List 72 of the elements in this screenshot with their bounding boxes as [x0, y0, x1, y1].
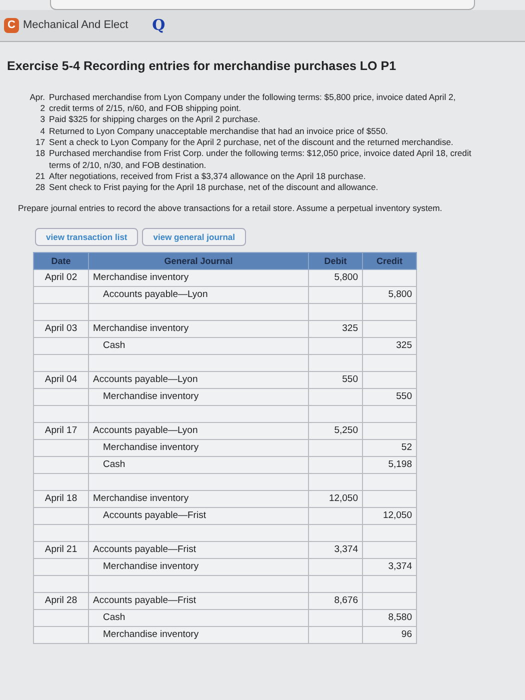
date-cell: April 21 — [34, 542, 88, 559]
column-header: General Journal — [88, 252, 308, 270]
instructions-text: Prepare journal entries to record the above transactions for a retail store. Assume a perpetual inventory system. — [18, 203, 444, 214]
account-cell: Accounts payable—Frist — [88, 542, 308, 559]
debit-cell: 325 — [308, 320, 362, 338]
transaction-day: Apr. 2 — [23, 92, 49, 114]
exercise-title: Exercise 5-4 Recording entries for merchandise purchases LO P1 — [7, 58, 398, 75]
debit-cell: 5,250 — [308, 422, 362, 440]
debit-cell — [308, 440, 362, 457]
account-cell: Accounts payable—Lyon — [88, 422, 308, 440]
account-cell: Accounts payable—Lyon — [88, 372, 308, 389]
debit-cell: 3,374 — [308, 542, 362, 559]
account-cell: Merchandise inventory — [88, 388, 308, 406]
credit-cell: 8,580 — [362, 610, 416, 627]
transaction-day: 18 — [23, 148, 49, 171]
account-cell: Accounts payable—Lyon — [88, 286, 308, 304]
account-cell: Merchandise inventory — [88, 270, 308, 287]
view-button[interactable]: view transaction list — [35, 228, 138, 246]
column-header: Debit — [308, 252, 362, 270]
transaction-day: 28 — [23, 182, 49, 194]
date-cell — [34, 626, 88, 644]
address-bar[interactable] — [50, 0, 475, 10]
account-cell: Merchandise inventory — [88, 558, 308, 576]
credit-cell: 5,198 — [362, 456, 416, 474]
transaction-text: Paid $325 for shipping charges on the April 2 purchase. — [49, 114, 262, 126]
debit-cell: 8,676 — [308, 592, 362, 610]
transaction-text: Returned to Lyon Company unacceptable merchandise that had an invoice price of $550. — [49, 126, 389, 137]
view-button[interactable]: view general journal — [142, 228, 246, 246]
credit-cell: 52 — [362, 440, 416, 457]
account-cell: Accounts payable—Frist — [88, 592, 308, 610]
column-header: Date — [34, 252, 88, 270]
transaction-day: 3 — [23, 114, 49, 126]
account-cell: Accounts payable—Frist — [88, 508, 308, 525]
credit-cell: 5,800 — [362, 286, 416, 304]
account-cell: Cash — [88, 338, 308, 355]
transaction-text: Purchased merchandise from Frist Corp. under the following terms: $12,050 price, invoice dated April 18, credit terms of 2/10, n/30, and FOB destination. — [49, 148, 472, 171]
account-cell: Merchandise inventory — [88, 320, 308, 338]
date-cell — [34, 440, 88, 457]
debit-cell: 550 — [308, 372, 362, 389]
account-cell: Cash — [88, 456, 308, 474]
account-cell: Merchandise inventory — [88, 490, 308, 508]
transaction-day: 4 — [23, 126, 49, 137]
date-cell: April 02 — [34, 270, 88, 287]
transaction-day: 21 — [23, 170, 49, 182]
bookmark-link[interactable]: Mechanical And Elect — [23, 17, 128, 34]
date-cell: April 04 — [34, 372, 88, 389]
transaction-day: 17 — [23, 136, 49, 148]
credit-cell: 550 — [362, 388, 416, 406]
debit-cell: 5,800 — [308, 270, 362, 287]
date-cell: April 18 — [34, 490, 88, 508]
site-logo-icon: C — [4, 18, 19, 33]
date-cell: April 28 — [34, 592, 88, 610]
account-cell: Merchandise inventory — [88, 440, 308, 457]
transaction-text: Sent a check to Lyon Company for the April 2 purchase, net of the discount and the returned merchandise. — [49, 136, 454, 148]
credit-cell — [362, 270, 416, 287]
bookmark-link[interactable]: Q — [152, 14, 166, 37]
credit-cell: 12,050 — [362, 508, 416, 525]
credit-cell: 3,374 — [362, 558, 416, 576]
date-cell: April 03 — [34, 320, 88, 338]
debit-cell: 12,050 — [308, 490, 362, 508]
account-cell: Merchandise inventory — [88, 626, 308, 644]
account-cell: Cash — [88, 610, 308, 627]
transaction-text: Sent check to Frist paying for the April 18 purchase, net of the discount and allowance. — [49, 182, 380, 194]
debit-cell — [308, 610, 362, 627]
date-cell — [34, 610, 88, 627]
debit-cell — [308, 626, 362, 644]
transaction-text: Purchased merchandise from Lyon Company under the following terms: $5,800 price, invoice dated April 2, credit terms of 2/15, n/60, and FOB shipping point. — [49, 92, 457, 114]
date-cell: April 17 — [34, 422, 88, 440]
credit-cell: 96 — [362, 626, 416, 644]
transaction-text: After negotiations, received from Frist a $3,374 allowance on the April 18 purchase. — [49, 170, 367, 182]
credit-cell: 325 — [362, 338, 416, 355]
column-header: Credit — [362, 252, 416, 270]
